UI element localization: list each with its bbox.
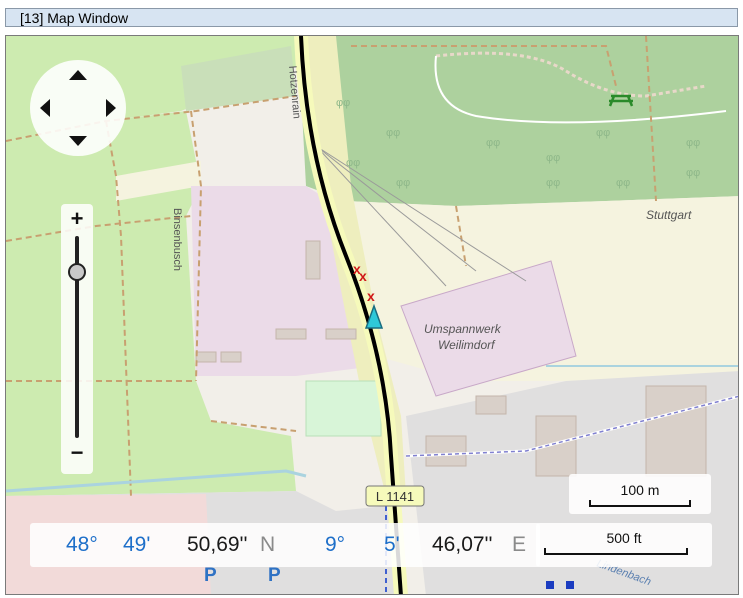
sports-field (305, 380, 382, 437)
pan-up-icon[interactable] (69, 70, 87, 80)
svg-text:φφ: φφ (546, 152, 560, 164)
svg-text:φφ: φφ (336, 97, 350, 109)
scale-bar-line (544, 548, 688, 555)
lat-degrees: 48° (66, 533, 98, 556)
coordinate-readout: 48° 49' 50,69'' N 9° 5' 46,07'' E (30, 523, 540, 567)
building (305, 240, 321, 280)
map-view[interactable]: x x x φφ φφ φφ φφ φφ φφ φφ φφ φφ φφ φφ Hotzenrai… (5, 35, 739, 595)
lon-seconds: 46,07'' (432, 533, 493, 556)
zoom-slider-thumb[interactable] (68, 263, 86, 282)
svg-text:x: x (359, 268, 367, 284)
scale-label-metric: 100 m (620, 482, 660, 498)
lon-degrees: 9° (325, 533, 346, 556)
building (425, 435, 467, 467)
building (220, 351, 242, 363)
svg-text:x: x (367, 288, 375, 304)
pan-left-icon[interactable] (40, 99, 50, 117)
parking-icon: P (268, 565, 281, 586)
building (195, 351, 217, 363)
zoom-out-button[interactable]: − (61, 442, 93, 464)
bus-stop-icon (546, 581, 554, 589)
svg-text:φφ: φφ (596, 127, 610, 139)
svg-text:φφ: φφ (616, 177, 630, 189)
svg-text:φφ: φφ (486, 137, 500, 149)
scale-bar-imperial: 500 ft (536, 523, 712, 567)
building (475, 395, 507, 415)
building (325, 328, 357, 340)
svg-text:φφ: φφ (346, 157, 360, 169)
svg-text:φφ: φφ (396, 177, 410, 189)
lon-hemisphere: E (512, 533, 527, 556)
scale-bar-line (589, 500, 691, 507)
meadow-area (6, 216, 196, 381)
substation-label: Umspannwerk (424, 322, 502, 336)
zoom-control: + − (61, 204, 93, 474)
scale-label-imperial: 500 ft (606, 530, 642, 546)
bus-stop-icon (566, 581, 574, 589)
building (275, 328, 307, 340)
substation-label: Weilimdorf (438, 338, 496, 352)
lat-minutes: 49' (123, 533, 151, 556)
road-ref-label: L 1141 (376, 489, 414, 504)
svg-text:φφ: φφ (386, 127, 400, 139)
svg-text:φφ: φφ (686, 137, 700, 149)
window-title: [13] Map Window (20, 10, 129, 26)
lat-hemisphere: N (260, 533, 276, 556)
window-titlebar: [13] Map Window (5, 8, 738, 27)
parking-icon: P (204, 565, 217, 586)
scale-bar-metric: 100 m (569, 474, 711, 514)
svg-text:φφ: φφ (546, 177, 560, 189)
lon-minutes: 5' (384, 533, 400, 556)
svg-text:φφ: φφ (686, 167, 700, 179)
street-label: Binsenbusch (171, 208, 183, 271)
pan-down-icon[interactable] (69, 136, 87, 146)
boundary-label: Stuttgart (646, 208, 692, 222)
pan-right-icon[interactable] (106, 99, 116, 117)
zoom-in-button[interactable]: + (61, 208, 93, 230)
building (645, 385, 707, 477)
pan-control (30, 60, 126, 156)
lat-seconds: 50,69'' (187, 533, 248, 556)
